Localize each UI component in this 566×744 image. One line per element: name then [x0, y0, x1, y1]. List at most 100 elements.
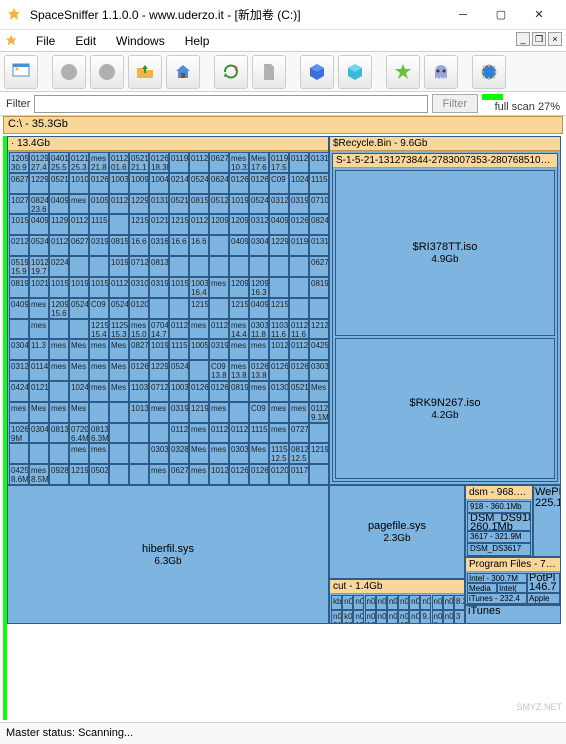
treemap-cell[interactable]: Mes — [309, 381, 329, 402]
treemap-cell[interactable]: 0131 — [149, 194, 169, 215]
treemap-cell[interactable] — [69, 256, 89, 277]
treemap-cell[interactable]: 0425 8.6M — [9, 464, 29, 485]
treemap-cell[interactable]: 1012 19.7 — [29, 256, 49, 277]
cut-cell[interactable]: k09 20.9 — [342, 610, 353, 625]
folder-recycle-sid[interactable]: S-1-5-21-131273844-2783007353-2807685105… — [332, 153, 558, 482]
treemap-cell[interactable]: 0524 — [69, 298, 89, 319]
refresh-button[interactable] — [214, 55, 248, 89]
cut-cell[interactable]: n043 16.4 — [365, 610, 376, 625]
prog-media[interactable]: Media — [467, 583, 497, 593]
treemap-cell[interactable]: 0112 — [109, 277, 129, 298]
treemap-cell[interactable]: 1229 — [269, 235, 289, 256]
treemap-cell[interactable]: 0121 25.3 — [69, 152, 89, 173]
file-pagefile[interactable]: pagefile.sys2.3Gb — [329, 485, 465, 579]
cut-cell[interactable]: n061 — [443, 595, 454, 610]
treemap-cell[interactable] — [289, 256, 309, 277]
treemap-cell[interactable] — [109, 464, 129, 485]
dsm-918[interactable]: 918 - 360.1Mb — [467, 501, 531, 513]
treemap-cell[interactable]: 0119 — [289, 235, 309, 256]
mdi-restore-icon[interactable]: ❐ — [532, 32, 546, 46]
treemap-cell[interactable]: 1209 16.3 — [249, 277, 269, 298]
treemap-cell[interactable]: mes 14.4 — [229, 319, 249, 340]
path-bar[interactable]: C:\ - 35.3Gb — [3, 116, 563, 134]
treemap-cell[interactable]: mes 21.8 — [89, 152, 109, 173]
treemap-cell[interactable]: 1215 15.4 — [89, 319, 109, 340]
treemap-cell[interactable]: 0319 — [289, 194, 309, 215]
treemap-cell[interactable]: 0813 6.3M — [89, 423, 109, 444]
treemap-cell[interactable]: 0114 — [29, 360, 49, 381]
treemap-cell[interactable] — [149, 423, 169, 444]
ghost-button[interactable] — [424, 55, 458, 89]
treemap-cell[interactable]: 0112 01.6 — [109, 152, 129, 173]
cut-cell[interactable]: n043 — [387, 595, 398, 610]
cut-cell[interactable]: n047 — [409, 610, 420, 625]
cyan-cube-button[interactable] — [338, 55, 372, 89]
treemap-cell[interactable]: mes — [269, 402, 289, 423]
treemap-cell[interactable] — [9, 319, 29, 340]
cut-cell[interactable]: n042 — [365, 595, 376, 610]
treemap-cell[interactable]: 0224 — [49, 256, 69, 277]
treemap-cell[interactable]: 0303 11.8 — [249, 319, 269, 340]
treemap-cell[interactable]: 1103 — [129, 381, 149, 402]
folder-program-files[interactable]: Program Files - 795.7 Intel - 300.7M Med… — [465, 557, 561, 605]
treemap-cell[interactable]: 0704 14.7 — [149, 319, 169, 340]
treemap-cell[interactable] — [309, 423, 329, 444]
treemap-cell[interactable]: Mes — [109, 339, 129, 360]
cut-cell[interactable]: n047 15.9 — [398, 610, 409, 625]
treemap-cell[interactable]: 0521 21.1 — [129, 152, 149, 173]
treemap-cell[interactable]: 0710 — [309, 194, 329, 215]
treemap-cell[interactable]: 0126 13.8 — [249, 360, 269, 381]
treemap-cell[interactable]: 0409 — [249, 298, 269, 319]
treemap-cell[interactable]: mes — [209, 402, 229, 423]
mdi-minimize-icon[interactable]: _ — [516, 32, 530, 46]
treemap-cell[interactable]: mes — [149, 464, 169, 485]
treemap-cell[interactable] — [269, 277, 289, 298]
treemap-cell[interactable]: mes — [69, 443, 89, 464]
treemap-cell[interactable]: mes 15.0 — [129, 319, 149, 340]
treemap-cell[interactable] — [229, 256, 249, 277]
treemap-cell[interactable]: 1005 — [189, 339, 209, 360]
treemap-cell[interactable]: 0727 — [289, 423, 309, 444]
treemap-cell[interactable]: 0304 — [29, 423, 49, 444]
treemap-cell[interactable]: 0328 — [169, 443, 189, 464]
treemap-cell[interactable] — [49, 319, 69, 340]
treemap-cell[interactable]: 0310 — [129, 277, 149, 298]
treemap-cell[interactable]: 0119 — [169, 152, 189, 173]
treemap-cell[interactable]: 0126 — [209, 381, 229, 402]
treemap-cell[interactable]: 0627 — [209, 152, 229, 173]
treemap-cell[interactable]: C09 — [269, 173, 289, 194]
treemap-cell[interactable]: 0524 — [29, 235, 49, 256]
treemap-cell[interactable]: 16.6 — [129, 235, 149, 256]
treemap-cell[interactable]: mes — [249, 339, 269, 360]
treemap-cell[interactable]: 1013 — [129, 402, 149, 423]
treemap-cell[interactable]: 0409 — [229, 235, 249, 256]
treemap-cell[interactable]: 0712 — [129, 256, 149, 277]
treemap-cell[interactable]: 0126 — [289, 214, 309, 235]
file-ri378tt-iso[interactable]: $RI378TT.iso4.9Gb — [335, 170, 555, 336]
treemap-cell[interactable]: 1219 — [309, 443, 329, 464]
treemap-cell[interactable]: 0303 — [309, 360, 329, 381]
treemap-cell[interactable]: 0521 — [49, 173, 69, 194]
cut-cell[interactable]: kb14 — [331, 595, 342, 610]
treemap-cell[interactable]: 1115 — [169, 339, 189, 360]
treemap-cell[interactable]: 0815 — [109, 235, 129, 256]
cut-cell[interactable]: n043 — [376, 610, 387, 625]
folder-itunes[interactable]: iTunes — [465, 605, 561, 624]
treemap-cell[interactable] — [169, 298, 189, 319]
treemap-cell[interactable]: 0409 — [269, 214, 289, 235]
treemap-cell[interactable] — [209, 256, 229, 277]
cut-cell[interactable]: 9.3M — [420, 610, 431, 625]
treemap-cell[interactable]: 0126 — [229, 464, 249, 485]
cut-cell[interactable]: n045 21.7M — [331, 610, 342, 625]
folder-dsm[interactable]: dsm - 968.9Mb 918 - 360.1Mb DSM_DS918260… — [465, 485, 533, 557]
treemap-cell[interactable] — [209, 298, 229, 319]
treemap-cell[interactable]: mes — [9, 402, 29, 423]
treemap-cell[interactable]: Mes — [29, 402, 49, 423]
treemap-cell[interactable]: 1215 — [229, 298, 249, 319]
folder-recycle-bin[interactable]: $Recycle.Bin - 9.6Gb S-1-5-21-131273844-… — [329, 136, 561, 485]
cut-cell[interactable]: n048 — [443, 610, 454, 625]
treemap-cell[interactable]: 0319 — [209, 339, 229, 360]
treemap-cell[interactable]: 1215 — [129, 214, 149, 235]
treemap-cell[interactable]: 0120 — [129, 298, 149, 319]
menu-help[interactable]: Help — [177, 32, 218, 50]
